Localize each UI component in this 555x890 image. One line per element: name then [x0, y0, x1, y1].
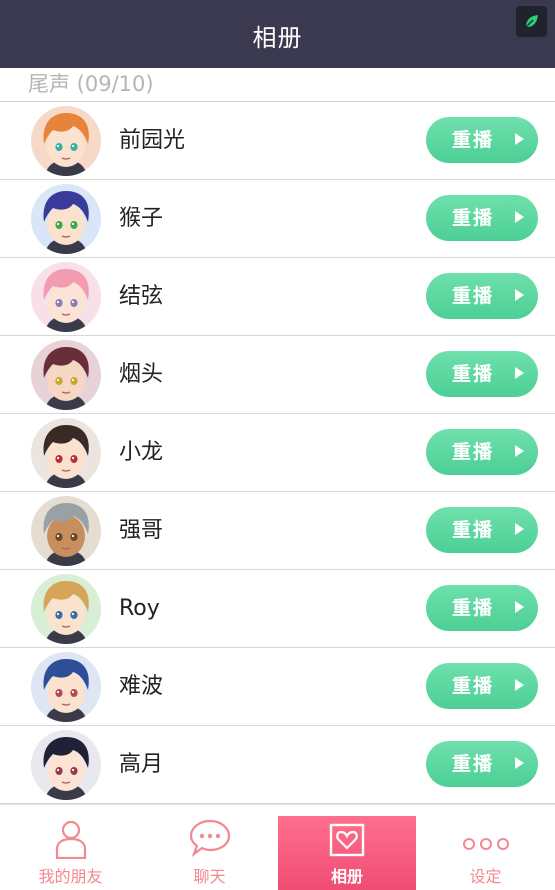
character-name: Roy	[119, 596, 160, 621]
play-icon	[515, 211, 524, 223]
heart-frame-icon	[329, 823, 365, 857]
character-name: 小龙	[119, 440, 164, 465]
character-avatar	[31, 184, 101, 254]
character-avatar	[31, 730, 101, 800]
app-header: 相册	[0, 0, 555, 68]
play-icon	[515, 679, 524, 691]
list-item: 高月 重播	[0, 726, 555, 804]
nav-label: 我的朋友	[38, 867, 103, 886]
character-name: 烟头	[119, 362, 164, 387]
character-avatar	[31, 574, 101, 644]
bottom-navigation: 我的朋友 聊天 相册 设定	[0, 804, 555, 890]
chat-bubble-icon	[189, 819, 230, 857]
replay-button[interactable]: 重播	[426, 273, 538, 319]
album-list: 前园光 重播 猴子 重播 结弦 重播 烟头 重播 小龙 重播 强哥 重播 Roy 重播 难波 重播 高月 重播	[0, 102, 555, 804]
leaf-icon	[525, 15, 538, 28]
replay-label: 重播	[452, 363, 495, 385]
replay-button[interactable]: 重播	[426, 741, 538, 787]
replay-button[interactable]: 重播	[426, 429, 538, 475]
section-header: 尾声 (09/10)	[0, 68, 555, 102]
replay-button[interactable]: 重播	[426, 585, 538, 631]
play-icon	[515, 757, 524, 769]
replay-button[interactable]: 重播	[426, 351, 538, 397]
nav-label: 设定	[469, 867, 502, 886]
list-item: Roy 重播	[0, 570, 555, 648]
nav-label: 聊天	[193, 867, 226, 886]
list-item: 猴子 重播	[0, 180, 555, 258]
character-name: 难波	[119, 674, 164, 699]
nav-chat[interactable]: 聊天	[141, 805, 278, 890]
replay-button[interactable]: 重播	[426, 195, 538, 241]
play-icon	[515, 289, 524, 301]
character-avatar	[31, 106, 101, 176]
section-label: 尾声 (09/10)	[28, 72, 154, 96]
replay-label: 重播	[452, 753, 495, 775]
leaf-menu-button[interactable]	[516, 6, 547, 37]
replay-label: 重播	[452, 675, 495, 697]
replay-label: 重播	[452, 519, 495, 541]
character-avatar	[31, 262, 101, 332]
play-icon	[515, 601, 524, 613]
play-icon	[515, 133, 524, 145]
list-item: 强哥 重播	[0, 492, 555, 570]
replay-label: 重播	[452, 285, 495, 307]
list-item: 前园光 重播	[0, 102, 555, 180]
play-icon	[515, 367, 524, 379]
list-item: 小龙 重播	[0, 414, 555, 492]
list-item: 结弦 重播	[0, 258, 555, 336]
play-icon	[515, 445, 524, 457]
page-title: 相册	[252, 24, 303, 52]
character-avatar	[31, 652, 101, 722]
character-name: 结弦	[119, 284, 164, 309]
character-avatar	[31, 418, 101, 488]
replay-label: 重播	[452, 207, 495, 229]
nav-label: 相册	[330, 867, 363, 886]
replay-button[interactable]: 重播	[426, 663, 538, 709]
three-dots-icon	[462, 838, 509, 850]
character-name: 强哥	[119, 518, 164, 543]
nav-my-friends[interactable]: 我的朋友	[0, 805, 141, 890]
replay-button[interactable]: 重播	[426, 117, 538, 163]
replay-button[interactable]: 重播	[426, 507, 538, 553]
person-icon	[55, 820, 86, 859]
replay-label: 重播	[452, 597, 495, 619]
list-item: 难波 重播	[0, 648, 555, 726]
character-avatar	[31, 340, 101, 410]
character-name: 猴子	[119, 206, 164, 231]
character-name: 前园光	[119, 128, 186, 153]
list-item: 烟头 重播	[0, 336, 555, 414]
nav-settings[interactable]: 设定	[416, 805, 555, 890]
play-icon	[515, 523, 524, 535]
replay-label: 重播	[452, 129, 495, 151]
replay-label: 重播	[452, 441, 495, 463]
character-avatar	[31, 496, 101, 566]
character-name: 高月	[119, 752, 164, 777]
nav-album[interactable]: 相册	[278, 816, 416, 890]
